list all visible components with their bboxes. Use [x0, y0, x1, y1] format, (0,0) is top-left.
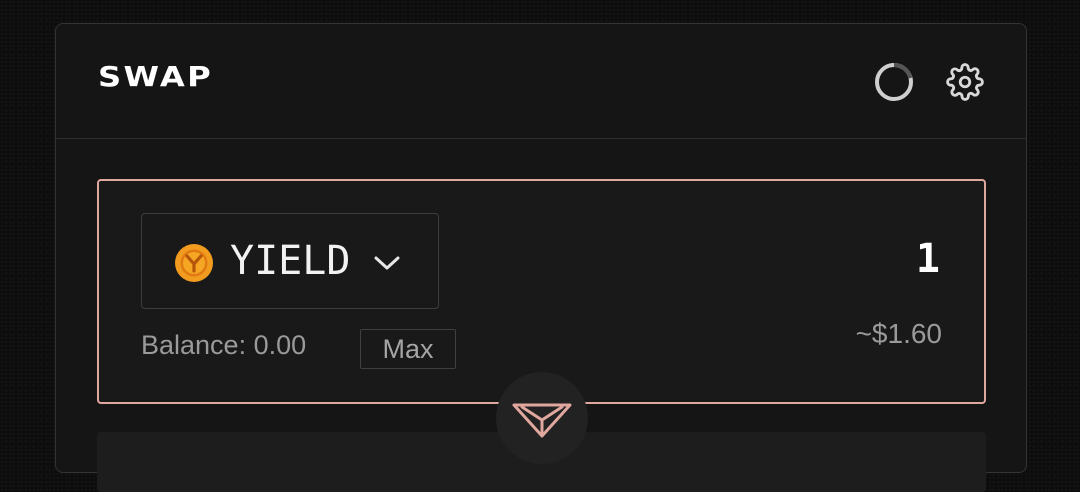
swap-direction-button[interactable]: [496, 372, 588, 464]
max-button[interactable]: Max: [360, 329, 456, 369]
swap-header: SWAP: [56, 24, 1026, 139]
loading-spinner-icon[interactable]: [874, 62, 914, 102]
swap-direction-icon: [512, 403, 572, 438]
usd-value: ~$1.60: [855, 318, 942, 349]
amount-input[interactable]: [638, 233, 942, 285]
balance-label: Balance: 0.00: [141, 330, 307, 360]
yield-token-icon: [175, 244, 213, 282]
chevron-down-icon: [374, 256, 400, 270]
page-title: SWAP: [98, 60, 213, 93]
swap-card: SWAP YIELD Balance: 0.00 Max ~$1.60: [55, 23, 1027, 492]
token-symbol: YIELD: [230, 238, 351, 284]
from-token-panel: YIELD Balance: 0.00 Max ~$1.60: [97, 179, 986, 404]
token-selector-button[interactable]: YIELD: [141, 213, 439, 309]
gear-icon[interactable]: [946, 63, 984, 101]
